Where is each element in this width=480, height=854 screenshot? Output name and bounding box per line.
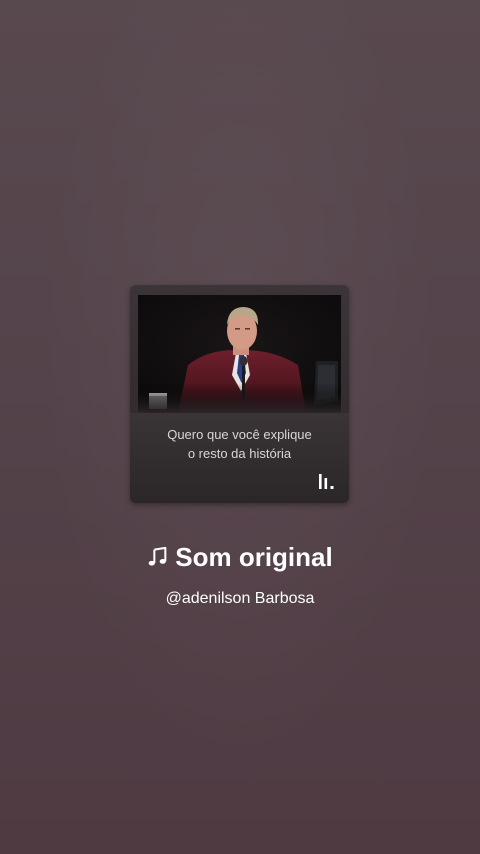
speaker-illustration <box>138 295 341 413</box>
music-note-icon <box>148 546 167 566</box>
audio-author-link[interactable]: @adenilson Barbosa <box>0 588 480 610</box>
video-thumbnail <box>138 295 341 413</box>
audio-title-row[interactable]: Som original <box>0 540 480 574</box>
audio-cover-card[interactable]: Quero que você explique o resto da histó… <box>130 285 349 503</box>
caption-line-1: Quero que você explique <box>167 427 312 442</box>
caption-line-2: o resto da história <box>187 446 292 461</box>
audio-title: Som original <box>175 542 333 572</box>
bars-logo-icon <box>319 474 334 489</box>
